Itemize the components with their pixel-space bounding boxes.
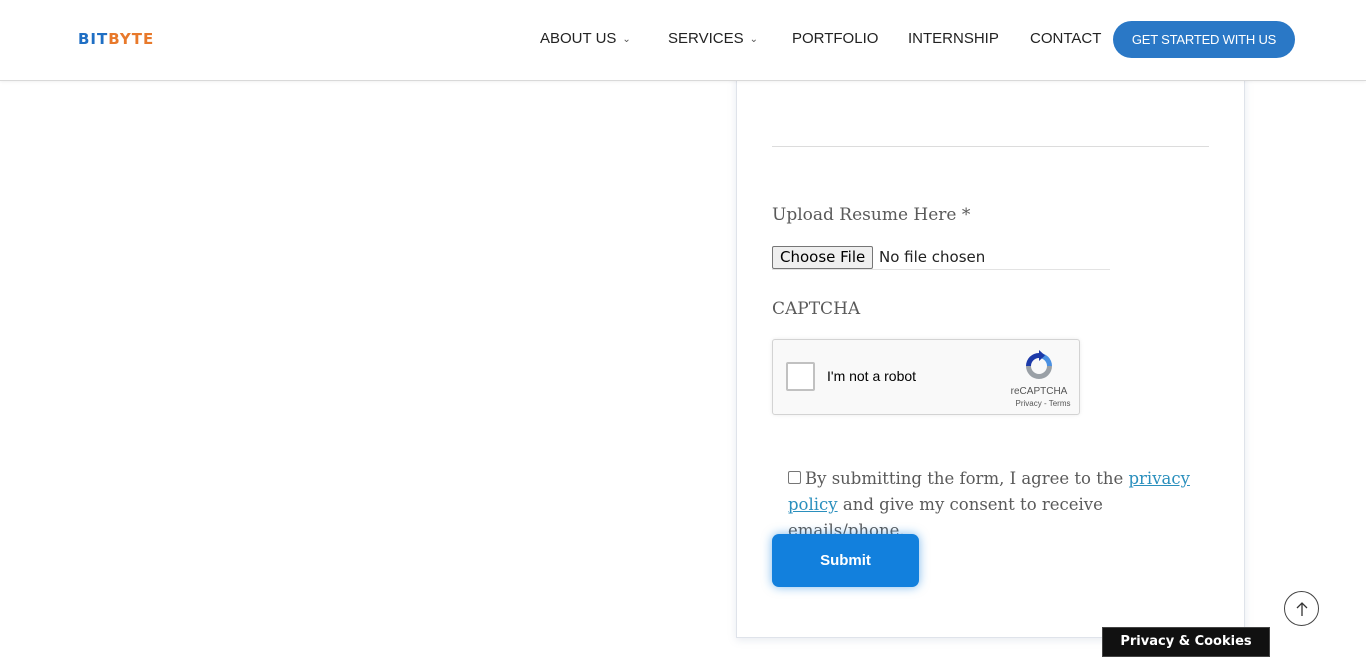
recaptcha-label: I'm not a robot (827, 368, 917, 384)
previous-field-underline (772, 146, 1209, 147)
file-status-text: No file chosen (879, 248, 986, 266)
get-started-button[interactable]: GET STARTED WITH US (1113, 21, 1295, 58)
chevron-down-icon: ⌄ (749, 34, 758, 45)
nav-contact[interactable]: CONTACT (1030, 30, 1101, 48)
recaptcha-icon (1026, 350, 1052, 379)
consent-text: By submitting the form, I agree to the p… (788, 466, 1208, 544)
submit-button[interactable]: Submit (772, 534, 919, 587)
logo-part-byte: BYTE (108, 30, 155, 48)
recaptcha-checkbox[interactable] (786, 362, 815, 391)
chevron-down-icon: ⌄ (622, 34, 631, 45)
choose-file-button[interactable]: Choose File (772, 246, 874, 269)
consent-text-before: By submitting the form, I agree to the (805, 469, 1129, 488)
arrow-up-icon (1296, 602, 1308, 616)
recaptcha-widget: I'm not a robot reCAPTCHA Privacy - Term… (772, 339, 1080, 415)
nav-portfolio[interactable]: PORTFOLIO (792, 30, 878, 48)
nav-about-us-label: ABOUT US (540, 30, 617, 47)
captcha-label: CAPTCHA (772, 299, 861, 319)
resume-file-input[interactable]: Choose File No file chosen (772, 245, 1110, 270)
logo-part-bit: BIT (78, 30, 109, 48)
nav-services-label: SERVICES (668, 30, 744, 47)
nav-about-us[interactable]: ABOUT US ⌄ (540, 30, 631, 49)
resume-label: Upload Resume Here * (772, 205, 971, 225)
scroll-to-top-button[interactable] (1284, 591, 1319, 626)
recaptcha-links[interactable]: Privacy - Terms (1007, 399, 1079, 409)
recaptcha-brand: reCAPTCHA (1010, 386, 1068, 397)
bitbyte-logo[interactable]: BITBYTE (78, 31, 154, 47)
site-header: BITBYTE ABOUT US ⌄ SERVICES ⌄ PORTFOLIO IN… (0, 0, 1366, 81)
privacy-cookies-policy-button[interactable]: Privacy & Cookies Policy (1102, 627, 1270, 666)
nav-services[interactable]: SERVICES ⌄ (668, 30, 758, 49)
nav-internship[interactable]: INTERNSHIP (908, 30, 999, 48)
